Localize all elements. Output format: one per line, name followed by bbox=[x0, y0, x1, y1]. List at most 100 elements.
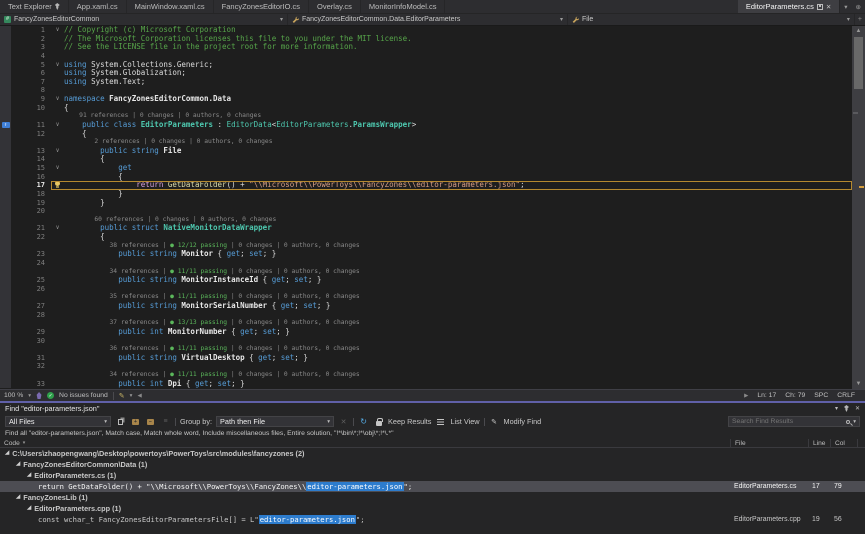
tab-overlay-cs[interactable]: Overlay.cs bbox=[309, 0, 361, 13]
remove-result-icon[interactable]: ✕ bbox=[338, 416, 349, 427]
code-line[interactable]: 12 { bbox=[0, 130, 852, 139]
project-dropdown[interactable]: # FancyZonesEditorCommon ▾ bbox=[0, 14, 288, 25]
list-view-icon[interactable] bbox=[435, 416, 446, 427]
scrollbar-thumb[interactable] bbox=[854, 37, 863, 89]
code-line[interactable]: ↑11∨ public class EditorParameters : Edi… bbox=[0, 121, 852, 130]
code-line[interactable]: 18 } bbox=[0, 190, 852, 199]
find-result-group-row[interactable]: ◢EditorParameters.cpp (1) bbox=[0, 503, 865, 514]
modify-find-label[interactable]: Modify Find bbox=[504, 417, 542, 426]
zoom-chevron-icon[interactable]: ▾ bbox=[28, 393, 31, 399]
member-dropdown[interactable]: File ▾ bbox=[568, 14, 855, 25]
code-line[interactable]: 3// See the LICENSE file in the project … bbox=[0, 43, 852, 52]
code-line[interactable]: 26 bbox=[0, 285, 852, 294]
code-line[interactable]: 20 bbox=[0, 207, 852, 216]
tab-monitorinfomodel-cs[interactable]: MonitorInfoModel.cs bbox=[361, 0, 446, 13]
code-line[interactable]: 19 } bbox=[0, 199, 852, 208]
code-line[interactable]: 28 bbox=[0, 311, 852, 320]
fold-arrow-icon[interactable]: ∨ bbox=[51, 61, 64, 70]
issues-status[interactable]: No issues found bbox=[59, 392, 108, 399]
space-indicator[interactable]: SPC bbox=[814, 392, 828, 399]
find-result-group-row[interactable]: ◢FancyZonesEditorCommon\Data (1) bbox=[0, 459, 865, 470]
keep-results-label[interactable]: Keep Results bbox=[388, 417, 431, 426]
char-indicator[interactable]: Ch: 79 bbox=[785, 392, 805, 399]
code-line[interactable]: 13∨ public string File bbox=[0, 147, 852, 156]
tree-expander-icon[interactable]: ◢ bbox=[16, 492, 20, 503]
tab-mainwindow-xaml-cs[interactable]: MainWindow.xaml.cs bbox=[127, 0, 214, 13]
find-result-group-row[interactable]: ◢FancyZonesLib (1) bbox=[0, 492, 865, 503]
list-view-label[interactable]: List View bbox=[450, 417, 479, 426]
close-panel-icon[interactable]: ✕ bbox=[855, 405, 860, 412]
window-position-chevron-icon[interactable]: ▾ bbox=[835, 405, 838, 412]
find-panel-title-bar[interactable]: Find "editor-parameters.json" ▾ ✕ bbox=[0, 403, 865, 414]
cleanup-chevron-icon[interactable]: ▾ bbox=[130, 393, 133, 399]
column-code[interactable]: Code ▾ bbox=[0, 439, 730, 448]
window-options-icon[interactable]: ⊕ bbox=[852, 0, 865, 13]
tab-fancyzoneseditorio-cs[interactable]: FancyZonesEditorIO.cs bbox=[214, 0, 309, 13]
code-line[interactable]: 24 bbox=[0, 259, 852, 268]
code-line[interactable]: 21∨ public struct NativeMonitorDataWrapp… bbox=[0, 224, 852, 233]
pin-panel-icon[interactable] bbox=[844, 405, 849, 412]
code-line[interactable]: 17 return GetDataFolder() + "\\Microsoft… bbox=[0, 181, 852, 190]
line-indicator[interactable]: Ln: 17 bbox=[757, 392, 776, 399]
collapse-all-icon[interactable]: − bbox=[145, 416, 156, 427]
tab-editorparameters[interactable]: EditorParameters.cs ✕ bbox=[738, 0, 840, 13]
tree-expander-icon[interactable]: ◢ bbox=[5, 448, 9, 459]
code-line[interactable]: 15∨ get bbox=[0, 164, 852, 173]
fold-arrow-icon[interactable]: ∨ bbox=[51, 95, 64, 104]
tree-expander-icon[interactable]: ◢ bbox=[27, 503, 31, 514]
code-line[interactable]: 9∨namespace FancyZonesEditorCommon.Data bbox=[0, 95, 852, 104]
scroll-down-icon[interactable]: ▼ bbox=[852, 379, 865, 389]
scroll-up-icon[interactable]: ▲ bbox=[852, 26, 865, 36]
lock-icon[interactable] bbox=[373, 416, 384, 427]
code-line[interactable]: 25 public string MonitorInstanceId { get… bbox=[0, 276, 852, 285]
document-health-icon[interactable] bbox=[36, 392, 42, 399]
code-lines[interactable]: 1∨// Copyright (c) Microsoft Corporation… bbox=[0, 26, 852, 389]
fold-arrow-icon[interactable]: ∨ bbox=[51, 224, 64, 233]
find-result-group-row[interactable]: ◢C:\Users\zhaopengwang\Desktop\powertoys… bbox=[0, 448, 865, 459]
column-file[interactable]: File bbox=[730, 439, 808, 448]
column-line[interactable]: Line bbox=[808, 439, 830, 448]
tab-list-chevron-icon[interactable]: ▾ bbox=[840, 0, 851, 13]
find-result-match-row[interactable]: return GetDataFolder() + "\\Microsoft\\P… bbox=[0, 481, 865, 492]
group-by-dropdown[interactable]: Path then File ▾ bbox=[216, 416, 334, 427]
find-result-group-row[interactable]: ◢EditorParameters.cs (1) bbox=[0, 470, 865, 481]
code-line[interactable]: 10{ bbox=[0, 104, 852, 113]
code-cleanup-icon[interactable]: ✎ bbox=[119, 392, 125, 400]
fold-arrow-icon[interactable]: ∨ bbox=[51, 26, 64, 35]
column-col[interactable]: Col bbox=[830, 439, 857, 448]
copy-results-icon[interactable] bbox=[115, 416, 126, 427]
code-line[interactable]: 29 public int MonitorNumber { get; set; … bbox=[0, 328, 852, 337]
type-dropdown[interactable]: FancyZonesEditorCommon.Data.EditorParame… bbox=[288, 14, 568, 25]
expand-all-icon[interactable]: + bbox=[130, 416, 141, 427]
code-line[interactable]: 22 { bbox=[0, 233, 852, 242]
close-tab-icon[interactable]: ✕ bbox=[826, 3, 831, 11]
code-line[interactable]: 7using System.Text; bbox=[0, 78, 852, 87]
code-line[interactable]: 27 public string MonitorSerialNumber { g… bbox=[0, 302, 852, 311]
reference-icon[interactable]: ↑ bbox=[2, 122, 10, 128]
hscroll-left-icon[interactable]: ◀ bbox=[137, 393, 141, 399]
tab-app-xaml-cs[interactable]: App.xaml.cs bbox=[69, 0, 127, 13]
tab-text-explorer[interactable]: Text Explorer bbox=[0, 0, 69, 13]
hscroll-right-icon[interactable]: ▶ bbox=[744, 393, 748, 399]
code-line[interactable]: 33 public int Dpi { get; set; } bbox=[0, 380, 852, 389]
lightbulb-icon[interactable] bbox=[55, 181, 60, 186]
code-line[interactable]: 32 bbox=[0, 362, 852, 371]
clear-all-icon[interactable]: ≡ bbox=[160, 416, 171, 427]
eol-indicator[interactable]: CRLF bbox=[837, 392, 855, 399]
code-line[interactable]: 30 bbox=[0, 337, 852, 346]
tree-expander-icon[interactable]: ◢ bbox=[27, 470, 31, 481]
code-line[interactable]: 23 public string Monitor { get; set; } bbox=[0, 250, 852, 259]
vertical-scrollbar[interactable]: ▲ ▼ bbox=[852, 26, 865, 389]
search-input[interactable] bbox=[732, 418, 843, 425]
split-editor-icon[interactable]: + bbox=[855, 14, 865, 25]
code-line[interactable]: 31 public string VirtualDesktop { get; s… bbox=[0, 354, 852, 363]
refresh-icon[interactable]: ↻ bbox=[358, 416, 369, 427]
save-document-icon[interactable] bbox=[817, 4, 823, 10]
tree-expander-icon[interactable]: ◢ bbox=[16, 459, 20, 470]
find-result-match-row[interactable]: const wchar_t FancyZonesEditorParameters… bbox=[0, 514, 865, 525]
zoom-level[interactable]: 100 % bbox=[4, 392, 23, 399]
fold-arrow-icon[interactable]: ∨ bbox=[51, 121, 64, 130]
scope-dropdown[interactable]: All Files ▾ bbox=[5, 416, 111, 427]
modify-find-icon[interactable]: ✎ bbox=[489, 416, 500, 427]
search-find-results-box[interactable]: ▾ bbox=[728, 416, 860, 427]
